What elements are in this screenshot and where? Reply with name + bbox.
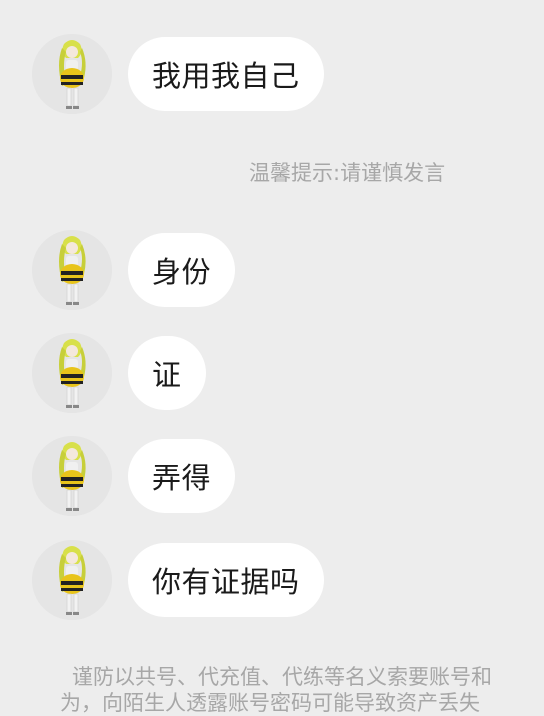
message-bubble[interactable]: 弄得 <box>128 439 236 513</box>
message-row: 身份 <box>32 230 236 310</box>
message-bubble[interactable]: 证 <box>128 336 206 410</box>
message-text: 弄得 <box>152 461 212 495</box>
message-text: 身份 <box>152 255 212 289</box>
avatar[interactable] <box>32 230 112 310</box>
anime-girl-avatar-icon <box>32 333 112 413</box>
message-row: 弄得 <box>32 436 236 516</box>
avatar[interactable] <box>32 436 112 516</box>
message-text: 证 <box>152 358 182 392</box>
anime-girl-avatar-icon <box>32 230 112 310</box>
message-bubble[interactable]: 你有证据吗 <box>128 543 324 617</box>
avatar[interactable] <box>32 333 112 413</box>
anime-girl-avatar-icon <box>32 34 112 114</box>
message-text: 你有证据吗 <box>152 565 300 599</box>
anime-girl-avatar-icon <box>32 540 112 620</box>
avatar[interactable] <box>32 34 112 114</box>
message-row: 证 <box>32 333 206 413</box>
system-tip: 温馨提示:请谨慎发言 <box>249 161 446 185</box>
security-warning-line: 为，向陌生人透露账号密码可能导致资产丢失 <box>60 691 480 715</box>
anime-girl-avatar-icon <box>32 436 112 516</box>
security-warning-line: 谨防以共号、代充值、代练等名义索要账号和 <box>72 665 492 689</box>
message-text: 我用我自己 <box>152 59 300 93</box>
avatar[interactable] <box>32 540 112 620</box>
message-bubble[interactable]: 我用我自己 <box>128 37 324 111</box>
message-row: 你有证据吗 <box>32 540 324 620</box>
message-row: 我用我自己 <box>32 34 324 114</box>
security-warning: 谨防以共号、代充值、代练等名义索要账号和 为，向陌生人透露账号密码可能导致资产丢… <box>60 664 544 716</box>
message-bubble[interactable]: 身份 <box>128 233 236 307</box>
